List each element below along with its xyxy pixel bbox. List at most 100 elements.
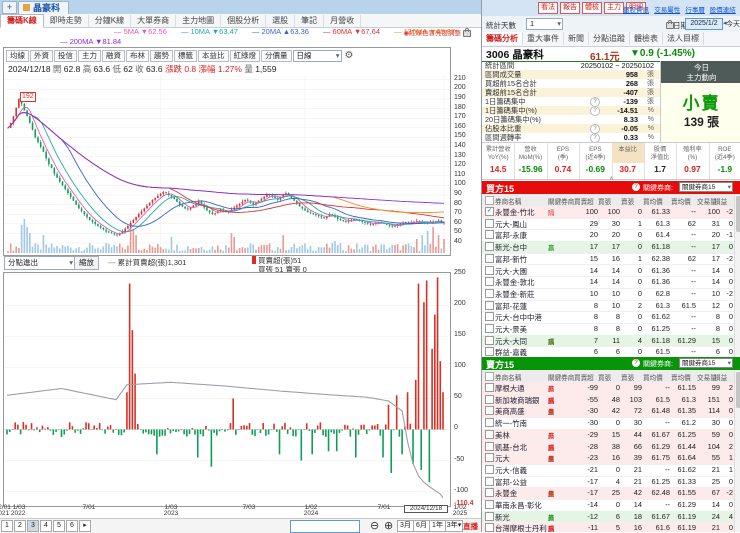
top-button-看法[interactable]: 看法 <box>538 2 558 14</box>
row-checkbox[interactable] <box>485 242 494 252</box>
live-stream-button[interactable]: 直播 <box>463 521 478 532</box>
row-checkbox[interactable] <box>485 218 494 228</box>
lower-chart-mode-dropdown[interactable]: 分點進出 ▾ <box>4 256 75 270</box>
row-checkbox[interactable] <box>485 406 494 416</box>
stat-days-dropdown[interactable]: 1 ▾ <box>526 18 563 30</box>
indicator-chip-均線[interactable]: 均線 <box>6 50 29 62</box>
symbol-search-input[interactable] <box>290 520 360 533</box>
row-checkbox[interactable] <box>485 453 494 463</box>
today-button[interactable]: 今天 <box>726 19 740 29</box>
row-checkbox[interactable] <box>485 383 494 392</box>
indicator-chip-融資[interactable]: 融資 <box>102 50 125 62</box>
page-button-3[interactable]: 3 <box>27 520 39 532</box>
row-checkbox[interactable] <box>485 500 494 509</box>
row-checkbox[interactable] <box>485 253 494 263</box>
page-button-6[interactable]: 6 <box>66 520 78 532</box>
row-checkbox[interactable] <box>485 429 494 439</box>
row-checkbox[interactable] <box>485 335 494 345</box>
key-broker-dropdown[interactable]: 關鍵券商15 ▾ <box>679 358 733 368</box>
row-checkbox[interactable] <box>485 488 494 498</box>
analysis-tab-法人目標[interactable]: 法人目標 <box>663 32 704 45</box>
cumulative-legend: — 累計買賣超(張)1,301 <box>108 258 187 267</box>
row-checkbox[interactable] <box>485 441 494 451</box>
page-button-▸[interactable]: ▸ <box>79 520 91 532</box>
row-checkbox[interactable] <box>485 347 494 357</box>
chart-tab-個股分析[interactable]: 個股分析 <box>221 15 267 27</box>
analysis-tab-分點追蹤[interactable]: 分點追蹤 <box>589 32 630 45</box>
chart-tab-筆記[interactable]: 筆記 <box>295 15 325 27</box>
gear-icon[interactable]: ⚙ <box>345 50 354 61</box>
row-checkbox[interactable] <box>485 523 494 532</box>
help-icon[interactable]: ? <box>632 359 640 367</box>
analysis-tab-重大事件[interactable]: 重大事件 <box>523 32 564 45</box>
row-checkbox[interactable] <box>485 300 494 310</box>
zoom-fit-button[interactable]: 縮放 <box>74 256 99 270</box>
interval-dropdown[interactable]: 日線 ▾ <box>292 50 342 62</box>
indicator-chip-分價量[interactable]: 分價量 <box>261 50 292 62</box>
row-checkbox[interactable] <box>485 394 494 404</box>
page-button-4[interactable]: 4 <box>40 520 52 532</box>
row-checkbox[interactable] <box>485 312 494 322</box>
row-checkbox[interactable] <box>485 464 494 474</box>
row-checkbox[interactable] <box>485 324 494 333</box>
row-checkbox[interactable] <box>485 476 494 486</box>
chart-tab-選股[interactable]: 選股 <box>266 15 296 27</box>
page-button-5[interactable]: 5 <box>53 520 65 532</box>
indicator-chip-標籤[interactable]: 標籤 <box>174 50 197 62</box>
stock-change: ▼0.9 (-1.45%) <box>630 48 695 59</box>
period-1年[interactable]: 1年 <box>429 520 446 532</box>
chart-tab-主力地圖[interactable]: 主力地圖 <box>176 15 222 27</box>
top-button-主力[interactable]: 主力 <box>604 2 624 14</box>
stock-window-tab[interactable]: 晶豪科 <box>18 1 70 14</box>
broker-row[interactable]: 台灣摩根士丹利隔, 外, 贏 -11 5 16 61.6 61.19 21 0 <box>482 522 734 532</box>
chart-tab-大單券商[interactable]: 大單券商 <box>131 15 177 27</box>
row-checkbox[interactable] <box>485 418 494 428</box>
top-link-個股資訊[interactable]: 個股資訊 <box>623 4 649 14</box>
colorblind-toggle[interactable]: ◉紅綠色盲亮度調整 <box>403 27 471 37</box>
chart-tab-即時走勢[interactable]: 即時走勢 <box>44 15 89 27</box>
top-link-行事曆[interactable]: 行事曆 <box>685 4 705 14</box>
page-button-2[interactable]: 2 <box>14 520 26 532</box>
chart-tab-分鐘K線[interactable]: 分鐘K線 <box>89 15 132 27</box>
help-icon[interactable]: ? <box>632 183 640 191</box>
indicator-chip-布林[interactable]: 布林 <box>126 50 149 62</box>
sell-table-scrollbar[interactable] <box>734 370 740 532</box>
row-checkbox[interactable] <box>485 288 494 298</box>
row-checkbox[interactable] <box>485 511 494 521</box>
period-dropdown[interactable]: 3年▾ <box>445 520 463 532</box>
date-input[interactable]: 2025/1/2 <box>685 18 723 30</box>
chart-tab-月營收[interactable]: 月營收 <box>324 15 362 27</box>
page-button-1[interactable]: 1 <box>1 520 13 532</box>
chart-tab-籌碼K線[interactable]: 籌碼K線 <box>0 14 44 28</box>
top-button-報告[interactable]: 報告 <box>560 2 580 14</box>
indicator-chip-主力[interactable]: 主力 <box>78 50 101 62</box>
row-checkbox[interactable]: ✓ <box>485 207 494 216</box>
buy-table-scrollbar[interactable] <box>734 194 740 357</box>
row-checkbox[interactable] <box>485 265 494 275</box>
analysis-tab-體檢表[interactable]: 體檢表 <box>630 32 663 45</box>
stat-row: 統計區間 20250102 ~ 20250102 <box>485 61 654 70</box>
indicator-chip-趨勢[interactable]: 趨勢 <box>150 50 173 62</box>
analysis-tab-新聞[interactable]: 新聞 <box>564 32 589 45</box>
add-tab-button[interactable]: + <box>2 1 17 14</box>
period-6月[interactable]: 6月 <box>413 520 430 532</box>
top-link-交易屬性[interactable]: 交易屬性 <box>654 4 680 14</box>
top-button-體檢[interactable]: 體檢 <box>582 2 602 14</box>
zoom-out-icon[interactable]: ⊖ <box>370 519 379 532</box>
zoom-in-icon[interactable]: ⊕ <box>384 519 393 532</box>
row-checkbox[interactable] <box>485 230 494 240</box>
row-checkbox[interactable] <box>485 277 494 287</box>
indicator-chip-紅綠燈[interactable]: 紅綠燈 <box>229 50 260 62</box>
period-3月[interactable]: 3月 <box>397 520 414 532</box>
fundamental-metrics-row: 累計營收 YoY(%) 14.5 營收 MoM(%) -15.96 EPS (季) 0.74 EP… <box>482 142 740 180</box>
broker-netbuy-chart[interactable] <box>4 273 450 504</box>
top-link-股價連結[interactable]: 股價連結 <box>710 4 736 14</box>
analysis-tab-籌碼分析[interactable]: 籌碼分析 <box>482 32 523 45</box>
indicator-chip-外資[interactable]: 外資 <box>30 50 53 62</box>
indicator-chip-本益比[interactable]: 本益比 <box>198 50 229 62</box>
select-all-checkbox[interactable] <box>485 372 494 381</box>
indicator-chip-投信[interactable]: 投信 <box>54 50 77 62</box>
candlestick-chart[interactable] <box>5 75 449 253</box>
key-broker-dropdown[interactable]: 關鍵券商15 ▾ <box>679 182 733 192</box>
select-all-checkbox[interactable] <box>485 196 494 205</box>
